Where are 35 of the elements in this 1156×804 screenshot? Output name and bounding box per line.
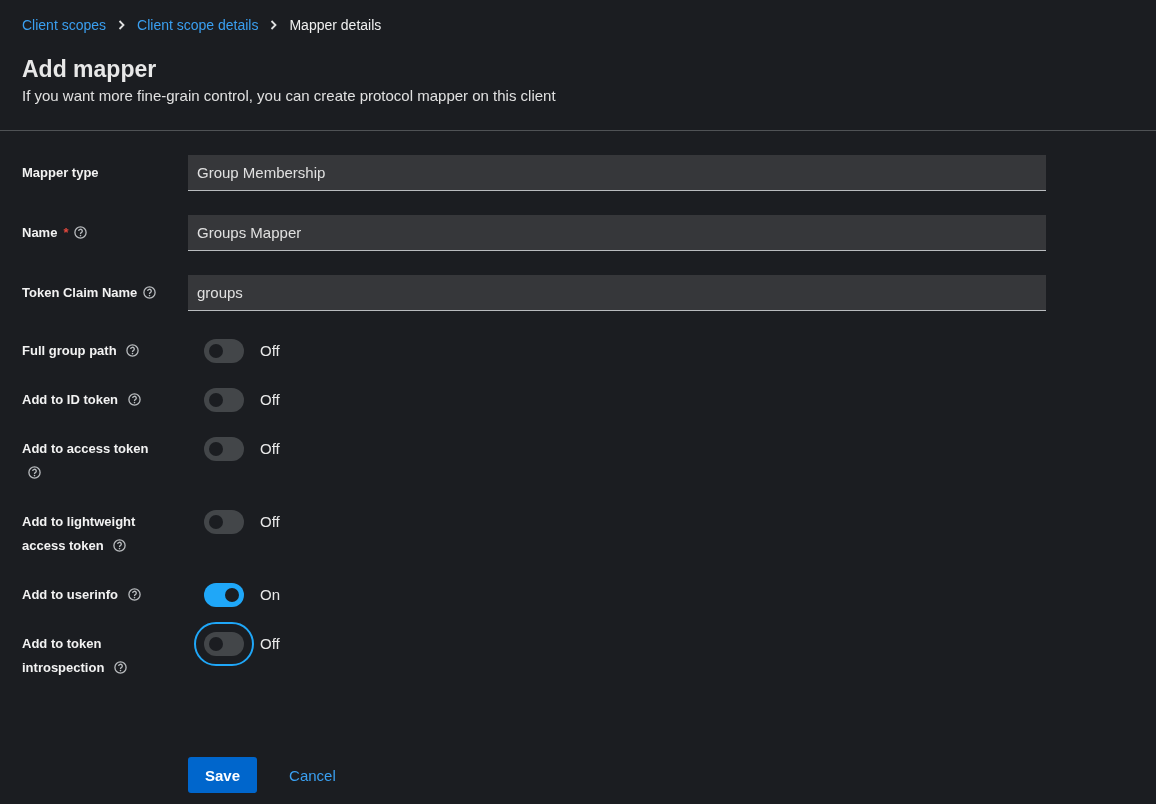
page-subtitle: If you want more fine-grain control, you can create protocol mapper on this client xyxy=(22,87,557,104)
help-icon[interactable] xyxy=(126,344,140,357)
breadcrumb-link[interactable]: Client scopes xyxy=(22,17,107,33)
save-button[interactable]: Save xyxy=(188,757,258,793)
switch-label: Add to lightweight access token xyxy=(22,513,137,555)
switch-state-label: Off xyxy=(260,512,280,532)
text-field[interactable]: Group Membership xyxy=(188,155,1046,191)
page-title: Add mapper xyxy=(22,56,158,83)
switch-label: Add to access token xyxy=(22,437,164,485)
switch-label: Add to ID token xyxy=(22,388,164,412)
switch-label: Add to userinfo xyxy=(22,583,164,607)
chevron-right-icon xyxy=(118,20,126,30)
text-field[interactable]: groups xyxy=(188,275,1046,311)
help-icon[interactable] xyxy=(28,466,41,479)
help-icon[interactable] xyxy=(127,588,141,601)
switch-state-label: Off xyxy=(260,634,280,654)
switch-label: Full group path xyxy=(22,339,164,363)
help-icon[interactable] xyxy=(127,393,141,406)
switch-state-label: Off xyxy=(260,390,280,410)
text-field[interactable]: Groups Mapper xyxy=(188,215,1046,251)
switch-label: Add to token introspection xyxy=(22,632,164,680)
field-label: Mapper type xyxy=(22,164,100,182)
breadcrumb-link[interactable]: Client scope details xyxy=(137,17,259,33)
help-icon[interactable] xyxy=(143,286,157,299)
toggle-switch[interactable] xyxy=(194,622,254,666)
switch-state-label: Off xyxy=(260,341,280,361)
help-icon[interactable] xyxy=(113,661,127,674)
field-label: Name * xyxy=(22,224,164,242)
switch-state-label: On xyxy=(260,585,280,605)
cancel-link[interactable]: Cancel xyxy=(273,760,352,790)
field-label: Token Claim Name xyxy=(22,284,164,302)
chevron-right-icon xyxy=(270,20,278,30)
help-icon[interactable] xyxy=(113,539,127,552)
switch-state-label: Off xyxy=(260,439,280,459)
help-icon[interactable] xyxy=(74,226,88,239)
